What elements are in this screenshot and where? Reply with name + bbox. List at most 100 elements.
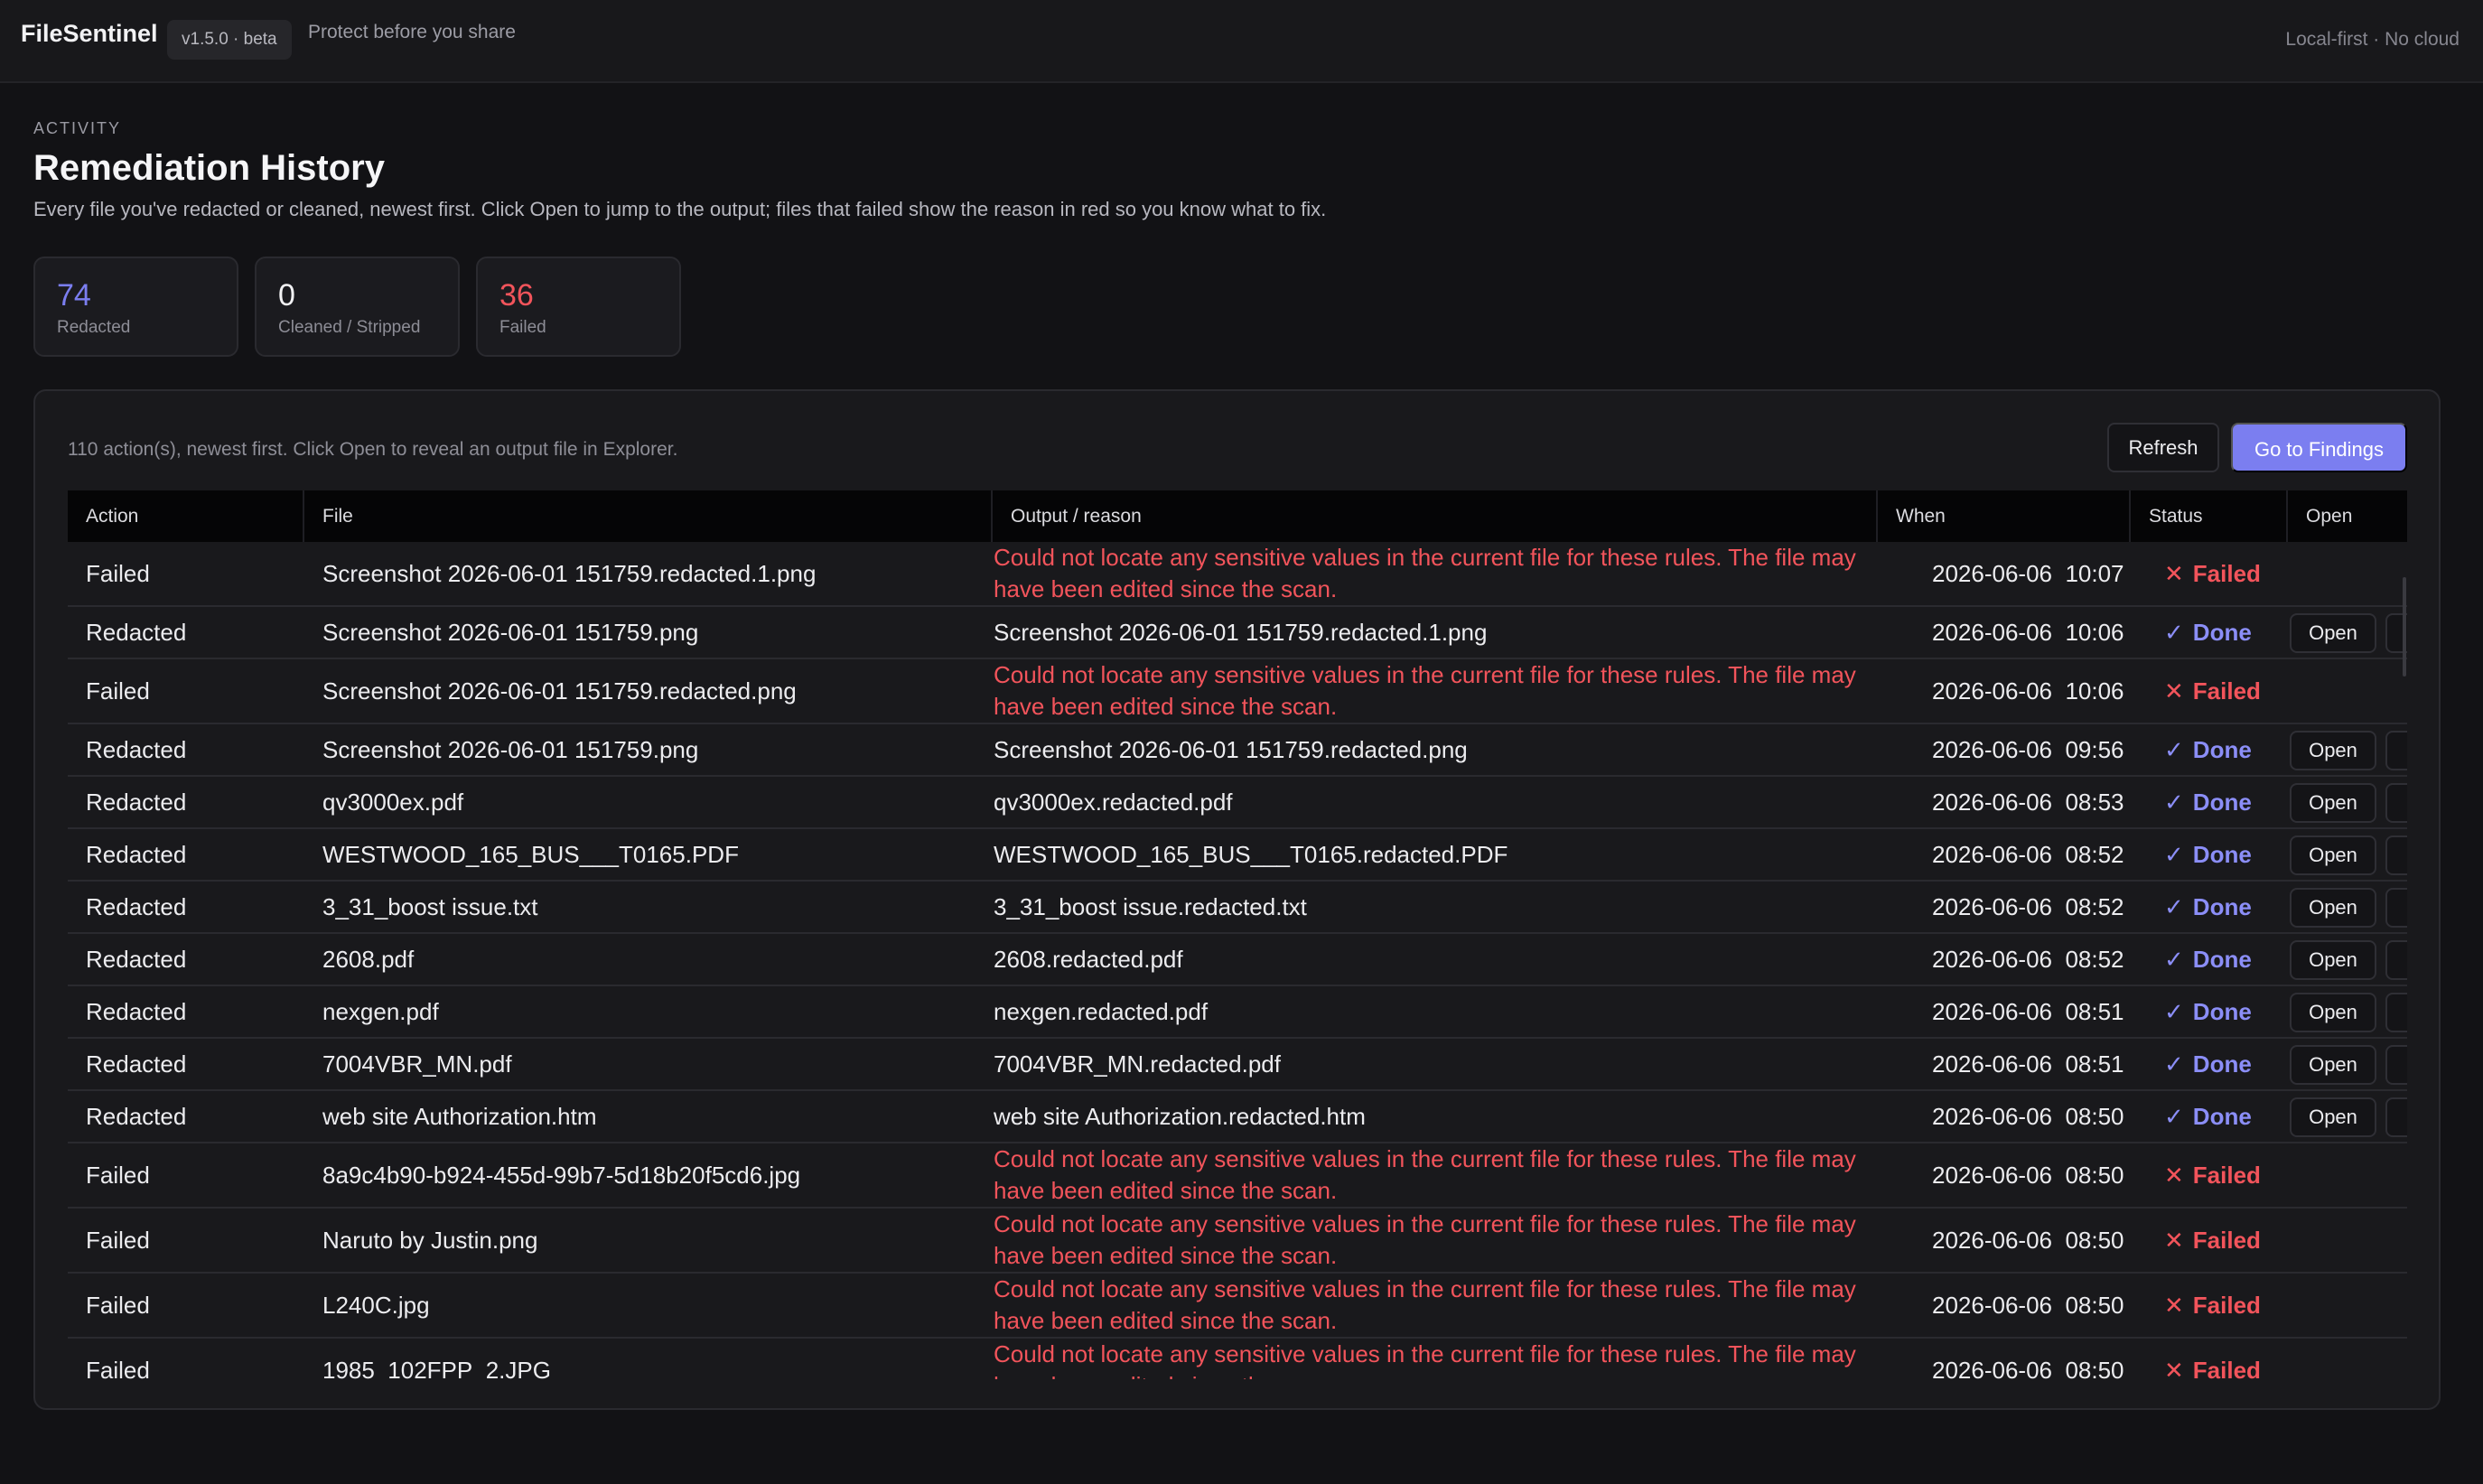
action-cell: Failed <box>86 1226 150 1254</box>
failure-reason-cell: Could not locate any sensitive values in… <box>994 1340 1856 1379</box>
status-badge: ✕ Failed <box>2164 1274 2261 1337</box>
table-row: Redacted nexgen.pdf nexgen.redacted.pdf 202… <box>68 986 2407 1039</box>
failure-reason-cell: Could not locate any sensitive values in… <box>994 1275 1856 1334</box>
timestamp-cell: 2026-06-06 08:50 <box>1932 1291 2124 1319</box>
reveal-button[interactable]: R <box>2385 888 2407 928</box>
status-badge: ✓ Done <box>2164 1091 2252 1142</box>
open-button[interactable]: Open <box>2290 993 2376 1032</box>
open-button[interactable]: Open <box>2290 613 2376 653</box>
column-header-output: Output / reason <box>993 490 1878 542</box>
table-scrollbar[interactable] <box>2403 577 2406 677</box>
timestamp-cell: 2026-06-06 08:52 <box>1932 945 2124 973</box>
status-label: Done <box>2192 1050 2252 1078</box>
table-row: Redacted Screenshot 2026-06-01 151759.png… <box>68 724 2407 777</box>
failure-reason-cell: Could not locate any sensitive values in… <box>994 661 1856 720</box>
failure-reason-cell: Could not locate any sensitive values in… <box>994 544 1856 602</box>
file-cell: Screenshot 2026-06-01 151759.png <box>322 735 699 763</box>
table-row: Redacted web site Authorization.htm web si… <box>68 1091 2407 1143</box>
open-button[interactable]: Open <box>2290 1045 2376 1085</box>
output-cell: Screenshot 2026-06-01 151759.redacted.1.… <box>994 618 1488 646</box>
stat-value: 0 <box>278 278 295 313</box>
table-row: Redacted 3_31_boost issue.txt 3_31_boost i… <box>68 882 2407 934</box>
table-row: Redacted Screenshot 2026-06-01 151759.png… <box>68 607 2407 659</box>
reveal-button[interactable]: R <box>2385 993 2407 1032</box>
open-button[interactable]: Open <box>2290 940 2376 980</box>
status-label: Failed <box>2192 677 2261 705</box>
status-badge: ✓ Done <box>2164 777 2252 827</box>
file-cell: Screenshot 2026-06-01 151759.redacted.pn… <box>322 677 797 705</box>
table-row: Redacted WESTWOOD_165_BUS___T0165.PDF WEST… <box>68 829 2407 882</box>
action-cell: Redacted <box>86 1050 187 1078</box>
x-icon: ✕ <box>2164 559 2184 587</box>
reveal-button[interactable]: R <box>2385 783 2407 823</box>
history-table[interactable]: Action File Output / reason When Status … <box>68 490 2407 1379</box>
status-label: Done <box>2192 618 2252 646</box>
action-cell: Redacted <box>86 997 187 1025</box>
history-panel: 110 action(s), newest first. Click Open … <box>33 389 2441 1410</box>
reveal-button[interactable]: R <box>2385 835 2407 875</box>
status-badge: ✓ Done <box>2164 1039 2252 1089</box>
app-name: FileSentinel <box>21 20 158 47</box>
stat-value: 74 <box>57 278 91 313</box>
version-badge: v1.5.0 · beta <box>167 20 292 60</box>
timestamp-cell: 2026-06-06 09:56 <box>1932 735 2124 763</box>
reveal-button[interactable]: R <box>2385 1097 2407 1137</box>
open-button[interactable]: Open <box>2290 731 2376 770</box>
output-cell: qv3000ex.redacted.pdf <box>994 788 1233 816</box>
top-bar: FileSentinel v1.5.0 · beta Protect befor… <box>0 0 2483 83</box>
file-cell: 8a9c4b90-b924-455d-99b7-5d18b20f5cd6.jpg <box>322 1161 801 1189</box>
privacy-note: Local-first · No cloud <box>2285 29 2460 50</box>
status-badge: ✕ Failed <box>2164 1143 2261 1207</box>
stat-card-failed: 36 Failed <box>476 257 681 357</box>
x-icon: ✕ <box>2164 1356 2184 1380</box>
column-header-action: Action <box>68 490 304 542</box>
file-cell: Screenshot 2026-06-01 151759.png <box>322 618 699 646</box>
go-to-findings-button[interactable]: Go to Findings <box>2231 423 2407 472</box>
column-header-when: When <box>1878 490 2131 542</box>
output-cell: 2608.redacted.pdf <box>994 945 1183 973</box>
stat-label: Cleaned / Stripped <box>278 318 421 337</box>
reveal-button[interactable]: R <box>2385 731 2407 770</box>
action-cell: Failed <box>86 677 150 705</box>
action-cell: Redacted <box>86 945 187 973</box>
open-button[interactable]: Open <box>2290 835 2376 875</box>
status-label: Done <box>2192 997 2252 1025</box>
action-cell: Failed <box>86 1356 150 1380</box>
status-label: Done <box>2192 945 2252 973</box>
timestamp-cell: 2026-06-06 08:51 <box>1932 1050 2124 1078</box>
stat-label: Redacted <box>57 318 131 337</box>
reveal-button[interactable]: R <box>2385 1045 2407 1085</box>
failure-reason-cell: Could not locate any sensitive values in… <box>994 1210 1856 1269</box>
status-badge: ✓ Done <box>2164 882 2252 932</box>
status-badge: ✕ Failed <box>2164 542 2261 605</box>
action-cell: Redacted <box>86 788 187 816</box>
table-row: Redacted qv3000ex.pdf qv3000ex.redacted.pd… <box>68 777 2407 829</box>
status-label: Failed <box>2192 559 2261 587</box>
panel-note: 110 action(s), newest first. Click Open … <box>68 439 678 460</box>
stat-card-redacted: 74 Redacted <box>33 257 238 357</box>
table-row: Failed 1985_102FPP_2.JPG Could not locate … <box>68 1339 2407 1379</box>
status-badge: ✓ Done <box>2164 829 2252 880</box>
file-cell: qv3000ex.pdf <box>322 788 464 816</box>
file-cell: Naruto by Justin.png <box>322 1226 538 1254</box>
table-row: Failed Screenshot 2026-06-01 151759.redac… <box>68 659 2407 724</box>
reveal-button[interactable]: R <box>2385 940 2407 980</box>
stat-value: 36 <box>499 278 534 313</box>
output-cell: Screenshot 2026-06-01 151759.redacted.pn… <box>994 735 1468 763</box>
check-icon: ✓ <box>2164 945 2184 973</box>
open-button[interactable]: Open <box>2290 1097 2376 1137</box>
status-badge: ✓ Done <box>2164 934 2252 985</box>
status-label: Done <box>2192 735 2252 763</box>
refresh-button[interactable]: Refresh <box>2107 423 2219 472</box>
status-badge: ✓ Done <box>2164 724 2252 775</box>
output-cell: WESTWOOD_165_BUS___T0165.redacted.PDF <box>994 840 1508 868</box>
check-icon: ✓ <box>2164 892 2184 920</box>
open-button[interactable]: Open <box>2290 783 2376 823</box>
status-badge: ✕ Failed <box>2164 659 2261 723</box>
timestamp-cell: 2026-06-06 10:07 <box>1932 559 2124 587</box>
status-label: Done <box>2192 1102 2252 1130</box>
check-icon: ✓ <box>2164 1102 2184 1130</box>
file-cell: 3_31_boost issue.txt <box>322 892 538 920</box>
file-cell: WESTWOOD_165_BUS___T0165.PDF <box>322 840 739 868</box>
open-button[interactable]: Open <box>2290 888 2376 928</box>
